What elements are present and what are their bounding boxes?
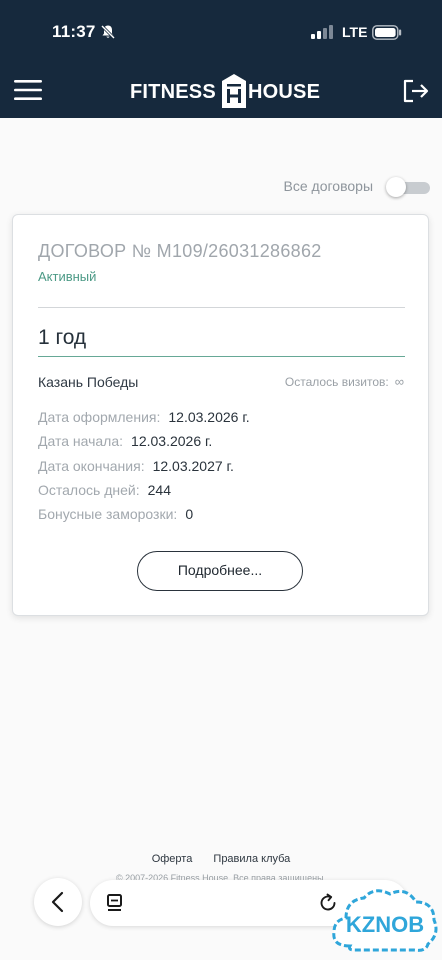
battery-icon [372, 25, 402, 40]
detail-value: 0 [185, 506, 194, 522]
detail-label: Дата начала: [38, 433, 124, 449]
network-label: LTE [342, 24, 368, 40]
app-header: FITNESS HOUSE [0, 64, 442, 118]
detail-value: 12.03.2027 г. [152, 458, 234, 474]
all-contracts-toggle[interactable] [386, 177, 430, 197]
logo-text-right: HOUSE [248, 81, 321, 103]
back-button[interactable] [34, 878, 82, 926]
details-button[interactable]: Подробнее... [137, 551, 303, 591]
signal-icon [311, 25, 333, 39]
offer-link[interactable]: Оферта [152, 853, 193, 865]
detail-row-bonus-freezes: Бонусные заморозки: 0 [38, 506, 193, 522]
footer-links: Оферта Правила клуба [0, 853, 442, 865]
contract-card: ДОГОВОР № М109/26031286862 Активный 1 го… [12, 214, 429, 616]
watermark-text: KZNOB [346, 912, 424, 937]
back-icon [51, 891, 64, 913]
detail-value: 12.03.2026 г. [168, 409, 250, 425]
logo-text-left: FITNESS [130, 81, 216, 103]
bell-muted-icon [100, 24, 116, 40]
menu-icon[interactable] [14, 78, 42, 102]
detail-row-start-date: Дата начала: 12.03.2026 г. [38, 433, 212, 449]
logo-mark-icon [222, 74, 246, 108]
detail-label: Дата оформления: [38, 409, 161, 425]
club-rules-link[interactable]: Правила клуба [213, 853, 290, 865]
plan-name: 1 год [38, 326, 87, 349]
detail-value: 244 [147, 482, 171, 498]
detail-label: Осталось дней: [38, 482, 140, 498]
contract-number: ДОГОВОР № М109/26031286862 [38, 241, 322, 261]
watermark-logo: KZNOB [332, 889, 438, 952]
plan-underline [38, 356, 405, 357]
visits-remaining: Осталось визитов: ∞ [285, 374, 404, 389]
brand-logo[interactable]: FITNESS HOUSE [130, 74, 322, 108]
club-name: Казань Победы [38, 374, 139, 390]
detail-row-end-date: Дата окончания: 12.03.2027 г. [38, 458, 234, 474]
all-contracts-filter: Все договоры [240, 176, 430, 198]
toggle-knob [386, 177, 406, 197]
tabs-icon[interactable] [106, 893, 124, 913]
status-time: 11:37 [52, 22, 96, 41]
detail-label: Дата окончания: [38, 458, 145, 474]
logout-icon[interactable] [402, 78, 430, 104]
detail-row-days-left: Осталось дней: 244 [38, 482, 171, 498]
card-divider [38, 307, 405, 308]
status-bar: 11:37 LTE [0, 0, 442, 64]
visits-value: ∞ [394, 374, 404, 389]
contract-status: Активный [38, 269, 97, 284]
detail-value: 12.03.2026 г. [131, 433, 213, 449]
detail-row-issue-date: Дата оформления: 12.03.2026 г. [38, 409, 250, 425]
detail-label: Бонусные заморозки: [38, 506, 178, 522]
all-contracts-label: Все договоры [283, 178, 373, 194]
visits-label: Осталось визитов: [284, 375, 389, 389]
